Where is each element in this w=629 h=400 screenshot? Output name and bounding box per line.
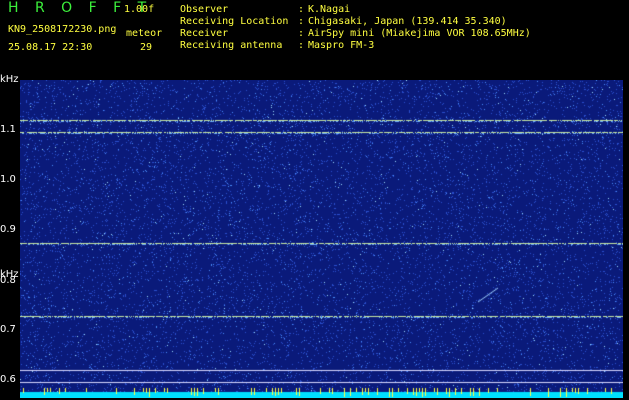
colon: : [298,40,305,51]
timestamp: 25.08.17 22:30 [8,42,93,53]
antenna-value: Maspro FM-3 [308,40,375,51]
y-tick: 0.7 [0,324,16,335]
colon: : [298,4,305,15]
meteor-count: 29 [140,42,153,53]
y-tick: 0.8 [0,275,16,286]
y-tick: 0.9 [0,224,16,235]
y-tick: 0.6 [0,374,16,385]
y-tick: 1.0 [0,174,16,185]
meteor-label: meteor [126,28,163,39]
location-label: Receiving Location [180,16,289,27]
app-version: 1.00f [124,4,155,15]
location-value: Chigasaki, Japan (139.414 35.340) [308,16,507,27]
receiver-value: AirSpy mini (Miakejima VOR 108.65MHz) [308,28,531,39]
y-tick: 1.1 [0,124,16,135]
receiver-label: Receiver [180,28,229,39]
colon: : [298,16,305,27]
observer-value: K.Nagai [308,4,351,15]
colon: : [298,28,305,39]
unit-label-top: kHz [0,74,19,85]
file-name: KN9_2508172230.png [8,24,117,35]
spectrogram [20,80,623,398]
antenna-label: Receiving antenna [180,40,283,51]
observer-label: Observer [180,4,229,15]
spectrogram-canvas [20,80,623,398]
